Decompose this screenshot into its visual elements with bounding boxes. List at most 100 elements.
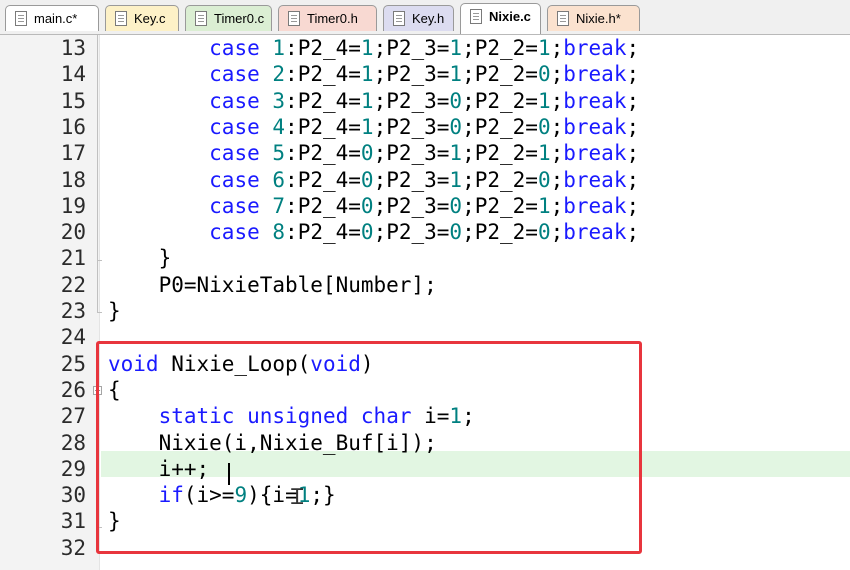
code-text[interactable]: case 3:P2_4=1;P2_3=0;P2_2=1;break; — [108, 88, 639, 114]
keyword-token: break — [563, 89, 627, 113]
number-token: 0 — [360, 141, 374, 165]
tab-label: Nixie.c — [489, 9, 531, 24]
fold-end-marker — [97, 527, 102, 528]
number-token: 1 — [537, 141, 551, 165]
number-token: 1 — [272, 36, 286, 60]
number-token: 0 — [537, 62, 551, 86]
tab-key-h[interactable]: Key.h — [383, 5, 454, 31]
code-token: ;P2_2= — [462, 115, 538, 139]
code-text[interactable]: case 8:P2_4=0;P2_3=0;P2_2=0;break; — [108, 219, 639, 245]
code-token: Nixie_Loop( — [158, 352, 311, 376]
number-token: 0 — [449, 220, 463, 244]
tab-key-c[interactable]: Key.c — [105, 5, 179, 31]
file-icon — [470, 9, 482, 24]
code-token: :P2_4= — [285, 220, 361, 244]
code-token: ;P2_3= — [373, 220, 450, 244]
code-line: 15 case 3:P2_4=1;P2_3=0;P2_2=1;break; — [0, 88, 850, 114]
line-number: 27 — [60, 404, 86, 428]
code-line: 21 } — [0, 245, 850, 271]
code-line: 27 static unsigned char i=1; — [0, 403, 850, 429]
code-text[interactable]: case 5:P2_4=0;P2_3=1;P2_2=1;break; — [108, 140, 639, 166]
code-token: Nixie(i,Nixie_Buf[i]); — [108, 431, 437, 455]
fold-end-marker — [97, 312, 102, 313]
code-text[interactable]: P0=NixieTable[Number]; — [108, 272, 437, 298]
number-token: 1 — [360, 36, 374, 60]
line-number: 21 — [60, 246, 86, 270]
code-token: ; — [550, 62, 564, 86]
tab-nixie-c[interactable]: Nixie.c — [460, 3, 541, 34]
code-line: 19 case 7:P2_4=0;P2_3=0;P2_2=1;break; — [0, 193, 850, 219]
code-line: 32 — [0, 535, 850, 561]
fold-toggle-icon[interactable]: − — [93, 386, 102, 395]
code-text[interactable]: case 2:P2_4=1;P2_3=1;P2_2=0;break; — [108, 61, 639, 87]
line-number: 31 — [60, 509, 86, 533]
code-token: ; — [550, 220, 564, 244]
code-line: 22 P0=NixieTable[Number]; — [0, 272, 850, 298]
code-token: ; — [462, 404, 475, 428]
code-editor[interactable]: 13 case 1:P2_4=1;P2_3=1;P2_2=1;break; 14 … — [0, 35, 850, 570]
code-token: ;P2_2= — [462, 194, 538, 218]
file-icon — [288, 11, 300, 26]
code-token: ) — [247, 483, 260, 507]
code-text[interactable]: } — [108, 508, 121, 534]
code-line: 31} — [0, 508, 850, 534]
tab-label: Nixie.h* — [576, 11, 621, 26]
code-text[interactable]: case 7:P2_4=0;P2_3=0;P2_2=1;break; — [108, 193, 639, 219]
code-token: ;P2_2= — [462, 36, 538, 60]
code-text[interactable]: case 1:P2_4=1;P2_3=1;P2_2=1;break; — [108, 35, 639, 61]
code-token: :P2_4= — [285, 89, 361, 113]
code-text[interactable]: case 4:P2_4=1;P2_3=0;P2_2=0;break; — [108, 114, 639, 140]
code-token: ; — [626, 36, 640, 60]
code-text[interactable]: case 6:P2_4=0;P2_3=1;P2_2=0;break; — [108, 167, 639, 193]
code-token: ; — [626, 62, 640, 86]
code-token: { — [108, 378, 121, 402]
code-text[interactable]: void Nixie_Loop(void) — [108, 351, 374, 377]
line-number: 23 — [60, 299, 86, 323]
code-text[interactable]: } — [108, 298, 121, 324]
code-token: ;P2_3= — [373, 36, 450, 60]
code-token: ; — [550, 141, 564, 165]
code-token: :P2_4= — [285, 62, 361, 86]
code-text[interactable]: Nixie(i,Nixie_Buf[i]); — [108, 430, 437, 456]
code-token: ;P2_3= — [373, 62, 450, 86]
fold-guide-line — [97, 395, 98, 527]
number-token: 1 — [449, 404, 463, 428]
code-text[interactable]: static unsigned char i=1; — [108, 403, 475, 429]
line-number: 16 — [60, 115, 86, 139]
number-token: 0 — [360, 194, 374, 218]
keyword-token: break — [563, 194, 627, 218]
code-text[interactable]: } — [108, 245, 172, 271]
number-token: 1 — [360, 62, 374, 86]
code-token: :P2_4= — [285, 168, 361, 192]
line-number: 29 — [60, 457, 86, 481]
keyword-token: case — [209, 115, 260, 139]
code-token: ; — [626, 141, 640, 165]
code-token: ; — [626, 168, 640, 192]
line-number: 22 — [60, 273, 86, 297]
tab-timer0-h[interactable]: Timer0.h — [278, 5, 377, 31]
tab-timer0-c[interactable]: Timer0.c — [185, 5, 272, 31]
code-text[interactable]: { — [108, 377, 121, 403]
tab-main-c[interactable]: main.c* — [5, 5, 99, 31]
number-token: 7 — [272, 194, 286, 218]
fold-guide-line — [97, 35, 98, 312]
code-token: ; — [550, 89, 564, 113]
code-text[interactable]: i++; — [108, 456, 210, 482]
code-token: } — [108, 299, 121, 323]
tab-label: Key.h — [412, 11, 445, 26]
code-token: i= — [411, 404, 450, 428]
code-token: ;P2_2= — [462, 220, 538, 244]
code-token: ;P2_2= — [462, 168, 538, 192]
line-number: 32 — [60, 536, 86, 560]
tab-nixie-h[interactable]: Nixie.h* — [547, 5, 640, 31]
mouse-ibeam-icon: Ɪ — [291, 485, 304, 510]
code-token: ;P2_3= — [373, 194, 450, 218]
code-token: ; — [626, 220, 640, 244]
